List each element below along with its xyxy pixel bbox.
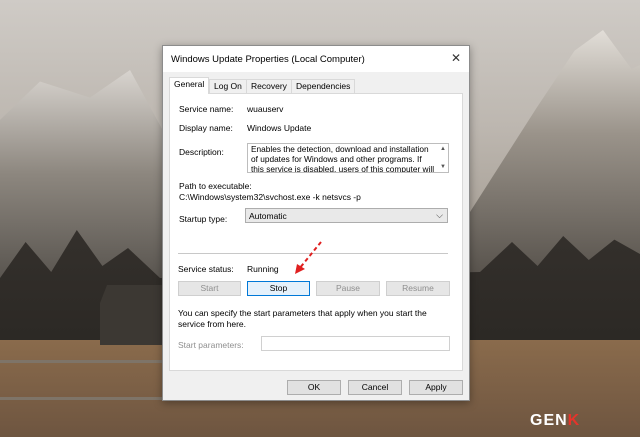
- close-icon[interactable]: ✕: [449, 51, 463, 65]
- startup-type-value: Automatic: [249, 211, 287, 221]
- display-name-value: Windows Update: [247, 123, 312, 133]
- path-value: C:\Windows\system32\svchost.exe -k netsv…: [179, 192, 361, 202]
- start-parameters-label: Start parameters:: [178, 340, 244, 350]
- start-parameters-input[interactable]: [261, 336, 450, 351]
- pause-button[interactable]: Pause: [316, 281, 380, 296]
- annotation-arrow-icon: [295, 241, 322, 274]
- start-parameters-help: You can specify the start parameters tha…: [178, 308, 427, 329]
- apply-button[interactable]: Apply: [409, 380, 463, 395]
- tab-dependencies[interactable]: Dependencies: [291, 79, 356, 93]
- tab-general[interactable]: General: [169, 77, 210, 94]
- annotation-arrow-shaft: [298, 241, 322, 270]
- startup-type-dropdown[interactable]: Automatic ⌵: [245, 208, 448, 223]
- wooden-hut: [100, 285, 170, 345]
- ok-button[interactable]: OK: [287, 380, 341, 395]
- window-title: Windows Update Properties (Local Compute…: [171, 54, 365, 65]
- scroll-up-icon[interactable]: ▲: [440, 144, 446, 154]
- service-status-label: Service status:: [178, 264, 234, 274]
- start-button[interactable]: Start: [178, 281, 241, 296]
- startup-type-label: Startup type:: [179, 214, 228, 224]
- resume-button[interactable]: Resume: [386, 281, 450, 296]
- scroll-down-icon[interactable]: ▼: [440, 162, 446, 172]
- service-name-label: Service name:: [179, 104, 234, 114]
- logo-text: GEN: [530, 412, 568, 429]
- service-name-value: wuauserv: [247, 104, 284, 114]
- stop-button[interactable]: Stop: [247, 281, 310, 296]
- genk-logo: GENK: [530, 412, 580, 430]
- annotation-arrow-head: [295, 264, 305, 274]
- display-name-label: Display name:: [179, 123, 233, 133]
- tab-log-on[interactable]: Log On: [209, 79, 247, 93]
- path-label: Path to executable:: [179, 181, 252, 191]
- tab-recovery[interactable]: Recovery: [246, 79, 292, 93]
- description-label: Description:: [179, 147, 224, 157]
- fence: [0, 360, 170, 400]
- description-text: Enables the detection, download and inst…: [251, 144, 435, 173]
- service-status-value: Running: [247, 264, 279, 274]
- service-properties-dialog: Windows Update Properties (Local Compute…: [162, 45, 470, 401]
- title-bar[interactable]: Windows Update Properties (Local Compute…: [163, 46, 469, 72]
- cancel-button[interactable]: Cancel: [348, 380, 402, 395]
- description-textbox[interactable]: Enables the detection, download and inst…: [247, 143, 449, 173]
- logo-accent-text: K: [567, 412, 581, 429]
- chevron-down-icon: ⌵: [436, 210, 443, 220]
